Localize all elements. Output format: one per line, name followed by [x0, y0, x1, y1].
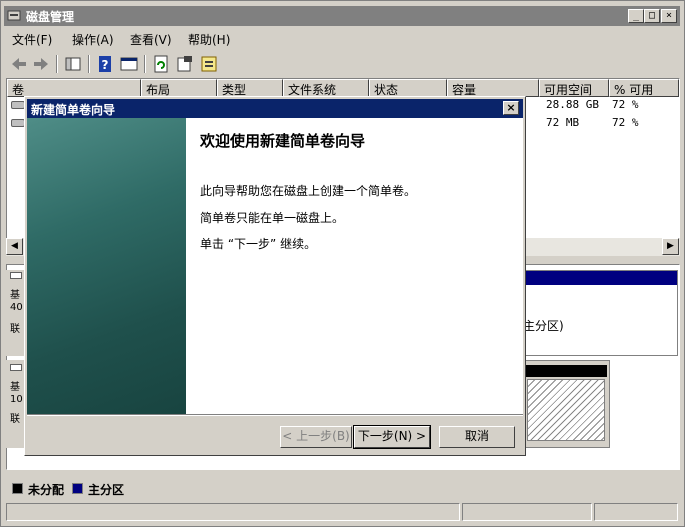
unallocated-bar: [525, 365, 607, 377]
disk-0-partition[interactable]: 主分区): [520, 270, 678, 356]
close-button[interactable]: ×: [661, 9, 677, 23]
partition-label: 主分区): [523, 319, 564, 333]
menu-help[interactable]: 帮助(H): [188, 31, 230, 48]
row-1-free-space: 28.88 GB: [546, 98, 599, 111]
column-status[interactable]: 状态: [369, 79, 447, 97]
disk-0-line3: 联: [10, 324, 20, 335]
volume-icon: [11, 101, 25, 109]
legend-primary: 主分区: [88, 483, 125, 497]
column-file-system[interactable]: 文件系统: [283, 79, 369, 97]
disk-1-line1: 基: [10, 382, 20, 393]
menu-view[interactable]: 查看(V): [130, 31, 172, 48]
column-volume[interactable]: 卷: [7, 79, 141, 97]
toolbar-separator: [88, 55, 90, 73]
wizard-titlebar[interactable]: 新建简单卷向导 ×: [27, 99, 523, 118]
legend: 未分配 主分区: [6, 478, 680, 500]
refresh-icon[interactable]: [150, 53, 172, 75]
disk-0-line1: 基: [10, 290, 20, 301]
primary-swatch: [72, 483, 83, 494]
volume-icon: [11, 119, 25, 127]
disk-1-line3: 联: [10, 414, 20, 425]
maximize-button[interactable]: □: [644, 9, 660, 23]
back-button[interactable]: < 上一步(B): [280, 426, 352, 448]
unallocated-area: [527, 379, 605, 441]
column-layout[interactable]: 布局: [141, 79, 217, 97]
disk-1-line2: 10: [10, 394, 23, 405]
wizard-continue-line: 单击 “下一步” 继续。: [200, 237, 317, 251]
toolbar: ?: [4, 52, 680, 76]
help-icon[interactable]: ?: [94, 53, 116, 75]
scroll-right-icon[interactable]: ▶: [662, 238, 679, 255]
main-titlebar[interactable]: 磁盘管理 _ □ ×: [4, 6, 680, 26]
status-bar: [4, 502, 680, 522]
row-1-percent-free: 72 %: [612, 98, 639, 111]
console-icon[interactable]: [118, 53, 140, 75]
row-2-free-space: 72 MB: [546, 116, 580, 129]
wizard-body: 欢迎使用新建简单卷向导 此向导帮助您在磁盘上创建一个简单卷。 简单卷只能在单一磁…: [186, 118, 523, 414]
back-icon[interactable]: [8, 53, 30, 75]
menu-bar: 文件(F) 操作(A) 查看(V) 帮助(H): [4, 28, 680, 50]
primary-partition-bar: [521, 271, 677, 285]
properties-icon[interactable]: [174, 53, 196, 75]
next-button[interactable]: 下一步(N) >: [353, 425, 431, 449]
wizard-banner-image: [27, 118, 186, 414]
disk-icon: [10, 364, 22, 371]
column-type[interactable]: 类型: [217, 79, 283, 97]
column-percent-free[interactable]: % 可用: [609, 79, 679, 97]
status-pane: [462, 503, 592, 521]
scroll-left-icon[interactable]: ◀: [6, 238, 23, 255]
menu-file[interactable]: 文件(F): [12, 31, 52, 48]
status-pane: [6, 503, 460, 521]
rescan-icon[interactable]: [198, 53, 220, 75]
row-2-percent-free: 72 %: [612, 116, 639, 129]
minimize-button[interactable]: _: [628, 9, 644, 23]
disk-0-line2: 40: [10, 302, 23, 313]
unallocated-swatch: [12, 483, 23, 494]
status-pane: [594, 503, 678, 521]
show-hide-tree-icon[interactable]: [62, 53, 84, 75]
window-title: 磁盘管理: [26, 10, 75, 24]
wizard-title: 新建简单卷向导: [31, 103, 116, 117]
disk-1-partition[interactable]: [520, 360, 610, 448]
new-simple-volume-wizard: 新建简单卷向导 × 欢迎使用新建简单卷向导 此向导帮助您在磁盘上创建一个简单卷。…: [24, 96, 526, 456]
wizard-divider: [27, 414, 523, 416]
toolbar-separator: [144, 55, 146, 73]
forward-icon[interactable]: [30, 53, 52, 75]
menu-action[interactable]: 操作(A): [72, 31, 114, 48]
wizard-intro-line: 此向导帮助您在磁盘上创建一个简单卷。: [200, 184, 417, 198]
toolbar-separator: [56, 55, 58, 73]
wizard-close-button[interactable]: ×: [503, 101, 519, 115]
wizard-info-line: 简单卷只能在单一磁盘上。: [200, 211, 345, 225]
disk-management-icon: [7, 10, 21, 21]
column-free-space[interactable]: 可用空间: [539, 79, 609, 97]
cancel-button[interactable]: 取消: [439, 426, 515, 448]
column-capacity[interactable]: 容量: [447, 79, 539, 97]
disk-icon: [10, 272, 22, 279]
legend-unallocated: 未分配: [28, 483, 65, 497]
wizard-heading: 欢迎使用新建简单卷向导: [200, 132, 366, 150]
svg-text:?: ?: [102, 58, 109, 72]
